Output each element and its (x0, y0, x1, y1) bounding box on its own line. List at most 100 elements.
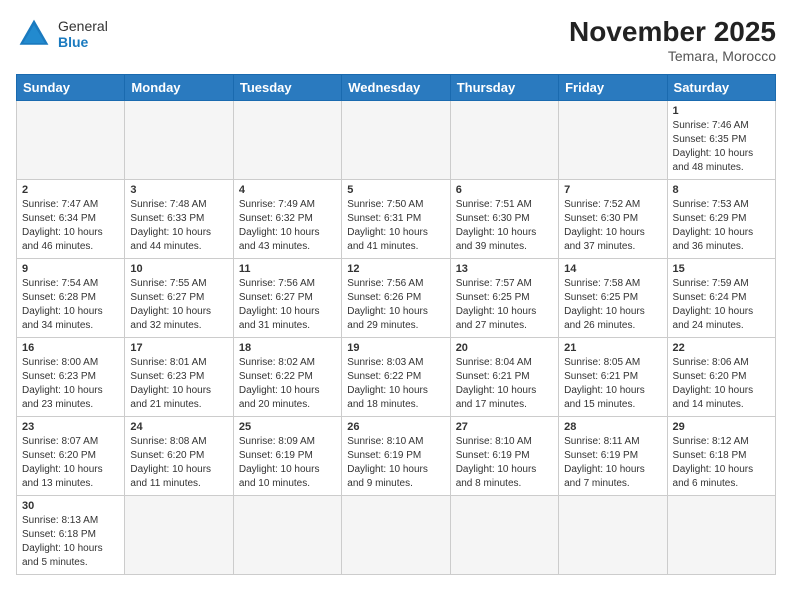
week-row-2: 2 Sunrise: 7:47 AM Sunset: 6:34 PM Daylig… (17, 180, 776, 259)
day-info: Sunrise: 7:50 AM Sunset: 6:31 PM Dayligh… (347, 198, 444, 254)
day-cell: 11 Sunrise: 7:56 AM Sunset: 6:27 PM Dayli… (233, 259, 341, 338)
day-number: 30 (22, 500, 119, 512)
day-cell (17, 101, 125, 180)
day-cell: 21 Sunrise: 8:05 AM Sunset: 6:21 PM Dayli… (559, 338, 667, 417)
day-info: Sunrise: 8:00 AM Sunset: 6:23 PM Dayligh… (22, 356, 119, 412)
day-info: Sunrise: 7:48 AM Sunset: 6:33 PM Dayligh… (130, 198, 227, 254)
day-info: Sunrise: 8:03 AM Sunset: 6:22 PM Dayligh… (347, 356, 444, 412)
day-cell (342, 496, 450, 575)
day-info: Sunrise: 7:56 AM Sunset: 6:27 PM Dayligh… (239, 277, 336, 333)
month-title: November 2025 (569, 16, 776, 48)
day-info: Sunrise: 8:07 AM Sunset: 6:20 PM Dayligh… (22, 435, 119, 491)
location: Temara, Morocco (569, 48, 776, 64)
day-cell: 30 Sunrise: 8:13 AM Sunset: 6:18 PM Dayli… (17, 496, 125, 575)
day-info: Sunrise: 7:59 AM Sunset: 6:24 PM Dayligh… (673, 277, 770, 333)
day-info: Sunrise: 8:10 AM Sunset: 6:19 PM Dayligh… (347, 435, 444, 491)
col-header-wednesday: Wednesday (342, 75, 450, 101)
week-row-6: 30 Sunrise: 8:13 AM Sunset: 6:18 PM Dayli… (17, 496, 776, 575)
title-block: November 2025 Temara, Morocco (569, 16, 776, 64)
day-info: Sunrise: 8:02 AM Sunset: 6:22 PM Dayligh… (239, 356, 336, 412)
day-info: Sunrise: 7:46 AM Sunset: 6:35 PM Dayligh… (673, 119, 770, 175)
day-cell: 29 Sunrise: 8:12 AM Sunset: 6:18 PM Dayli… (667, 417, 775, 496)
day-number: 25 (239, 421, 336, 433)
day-number: 20 (456, 342, 553, 354)
week-row-3: 9 Sunrise: 7:54 AM Sunset: 6:28 PM Daylig… (17, 259, 776, 338)
day-number: 2 (22, 184, 119, 196)
day-cell: 15 Sunrise: 7:59 AM Sunset: 6:24 PM Dayli… (667, 259, 775, 338)
day-cell: 20Sunrise: 8:04 AM Sunset: 6:21 PM Dayli… (450, 338, 558, 417)
day-info: Sunrise: 8:01 AM Sunset: 6:23 PM Dayligh… (130, 356, 227, 412)
day-number: 11 (239, 263, 336, 275)
day-cell (559, 496, 667, 575)
page-header: General Blue November 2025 Temara, Moroc… (16, 16, 776, 64)
day-number: 16 (22, 342, 119, 354)
day-cell: 6Sunrise: 7:51 AM Sunset: 6:30 PM Daylig… (450, 180, 558, 259)
day-info: Sunrise: 7:56 AM Sunset: 6:26 PM Dayligh… (347, 277, 444, 333)
day-number: 26 (347, 421, 444, 433)
day-info: Sunrise: 7:51 AM Sunset: 6:30 PM Dayligh… (456, 198, 553, 254)
day-cell (667, 496, 775, 575)
day-info: Sunrise: 8:06 AM Sunset: 6:20 PM Dayligh… (673, 356, 770, 412)
logo: General Blue (16, 16, 108, 52)
day-cell: 7 Sunrise: 7:52 AM Sunset: 6:30 PM Daylig… (559, 180, 667, 259)
day-cell: 16 Sunrise: 8:00 AM Sunset: 6:23 PM Dayli… (17, 338, 125, 417)
day-number: 21 (564, 342, 661, 354)
day-number: 19 (347, 342, 444, 354)
day-info: Sunrise: 8:09 AM Sunset: 6:19 PM Dayligh… (239, 435, 336, 491)
day-cell (233, 496, 341, 575)
logo-text: General Blue (58, 18, 108, 50)
day-number: 7 (564, 184, 661, 196)
day-number: 1 (673, 105, 770, 117)
logo-icon (16, 16, 52, 52)
day-cell (125, 496, 233, 575)
day-number: 10 (130, 263, 227, 275)
day-info: Sunrise: 7:55 AM Sunset: 6:27 PM Dayligh… (130, 277, 227, 333)
day-cell: 3 Sunrise: 7:48 AM Sunset: 6:33 PM Daylig… (125, 180, 233, 259)
day-number: 29 (673, 421, 770, 433)
col-header-friday: Friday (559, 75, 667, 101)
day-info: Sunrise: 8:11 AM Sunset: 6:19 PM Dayligh… (564, 435, 661, 491)
day-number: 22 (673, 342, 770, 354)
day-cell (125, 101, 233, 180)
logo-blue-text: Blue (58, 34, 108, 50)
day-cell: 9 Sunrise: 7:54 AM Sunset: 6:28 PM Daylig… (17, 259, 125, 338)
day-info: Sunrise: 8:10 AM Sunset: 6:19 PM Dayligh… (456, 435, 553, 491)
day-cell (342, 101, 450, 180)
day-info: Sunrise: 7:57 AM Sunset: 6:25 PM Dayligh… (456, 277, 553, 333)
day-cell: 18 Sunrise: 8:02 AM Sunset: 6:22 PM Dayli… (233, 338, 341, 417)
day-cell: 12 Sunrise: 7:56 AM Sunset: 6:26 PM Dayli… (342, 259, 450, 338)
day-number: 15 (673, 263, 770, 275)
day-number: 18 (239, 342, 336, 354)
col-header-monday: Monday (125, 75, 233, 101)
day-number: 17 (130, 342, 227, 354)
day-number: 24 (130, 421, 227, 433)
day-number: 12 (347, 263, 444, 275)
week-row-5: 23 Sunrise: 8:07 AM Sunset: 6:20 PM Dayli… (17, 417, 776, 496)
day-number: 8 (673, 184, 770, 196)
day-number: 3 (130, 184, 227, 196)
day-cell: 13Sunrise: 7:57 AM Sunset: 6:25 PM Dayli… (450, 259, 558, 338)
col-header-saturday: Saturday (667, 75, 775, 101)
day-info: Sunrise: 8:05 AM Sunset: 6:21 PM Dayligh… (564, 356, 661, 412)
day-number: 27 (456, 421, 553, 433)
col-header-tuesday: Tuesday (233, 75, 341, 101)
day-info: Sunrise: 7:47 AM Sunset: 6:34 PM Dayligh… (22, 198, 119, 254)
day-info: Sunrise: 8:13 AM Sunset: 6:18 PM Dayligh… (22, 514, 119, 570)
day-number: 23 (22, 421, 119, 433)
day-cell (559, 101, 667, 180)
day-cell: 28Sunrise: 8:11 AM Sunset: 6:19 PM Dayli… (559, 417, 667, 496)
calendar-table: SundayMondayTuesdayWednesdayThursdayFrid… (16, 74, 776, 575)
day-info: Sunrise: 7:52 AM Sunset: 6:30 PM Dayligh… (564, 198, 661, 254)
day-cell: 8Sunrise: 7:53 AM Sunset: 6:29 PM Daylig… (667, 180, 775, 259)
calendar-header-row: SundayMondayTuesdayWednesdayThursdayFrid… (17, 75, 776, 101)
day-cell: 24Sunrise: 8:08 AM Sunset: 6:20 PM Dayli… (125, 417, 233, 496)
day-number: 5 (347, 184, 444, 196)
day-cell: 10 Sunrise: 7:55 AM Sunset: 6:27 PM Dayli… (125, 259, 233, 338)
day-cell: 19 Sunrise: 8:03 AM Sunset: 6:22 PM Dayli… (342, 338, 450, 417)
day-number: 9 (22, 263, 119, 275)
day-cell (233, 101, 341, 180)
day-info: Sunrise: 7:54 AM Sunset: 6:28 PM Dayligh… (22, 277, 119, 333)
day-cell: 14Sunrise: 7:58 AM Sunset: 6:25 PM Dayli… (559, 259, 667, 338)
day-info: Sunrise: 8:12 AM Sunset: 6:18 PM Dayligh… (673, 435, 770, 491)
day-cell: 1 Sunrise: 7:46 AM Sunset: 6:35 PM Daylig… (667, 101, 775, 180)
